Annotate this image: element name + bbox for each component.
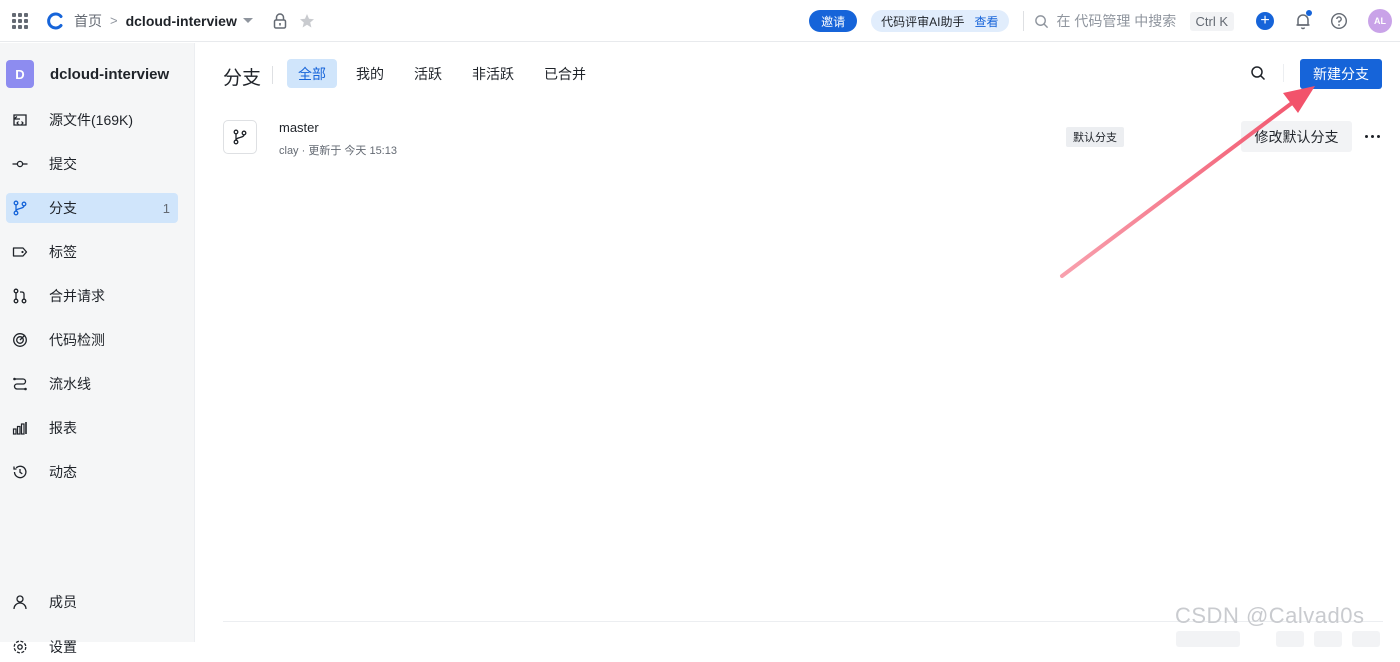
sidebar-item-members[interactable]: 成员 [6,587,179,617]
sidebar-item-label: 合并请求 [49,288,105,304]
user-avatar[interactable]: AL [1368,9,1392,33]
star-icon[interactable] [299,13,315,29]
sidebar-item-tags[interactable]: 标签 [6,237,178,267]
ai-review-view-link[interactable]: 查看 [974,13,998,30]
branch-icon [233,129,247,145]
tag-icon [12,247,28,257]
sidebar-item-label: 成员 [49,594,77,610]
sidebar-repo-name: dcloud-interview [50,65,170,83]
ai-review-banner[interactable]: 代码评审AI助手 查看 [871,10,1009,32]
page-title: 分支 [223,68,262,89]
breadcrumb: 首页 > dcloud-interview [74,11,253,31]
sidebar-item-label: 报表 [49,420,77,436]
sidebar-item-merge-requests[interactable]: 合并请求 [6,281,178,311]
branch-name-link[interactable]: master [279,120,319,135]
sidebar-item-branches[interactable]: 分支 1 [6,193,178,223]
pipeline-icon [13,377,27,391]
pagination-prev[interactable] [1276,631,1304,647]
sidebar-item-reports[interactable]: 报表 [6,413,178,443]
product-logo-icon[interactable] [46,11,66,31]
search-placeholder: 在 代码管理 中搜索 [1056,13,1177,29]
chevron-down-icon[interactable] [242,18,253,23]
code-scan-icon [13,333,27,347]
tab-mine[interactable]: 我的 [345,59,395,88]
tab-all[interactable]: 全部 [287,59,337,88]
search-icon [1034,14,1048,28]
tab-merged[interactable]: 已合并 [533,59,597,88]
change-default-branch-button[interactable]: 修改默认分支 [1241,121,1352,152]
breadcrumb-separator: > [110,13,118,28]
pagination-size-select[interactable] [1176,631,1240,647]
help-icon[interactable] [1330,12,1348,30]
sidebar-repo-header[interactable]: D dcloud-interview [0,43,194,105]
watermark: CSDN @Calvad0s [1175,603,1365,628]
branch-meta: clay · 更新于 今天 15:13 [279,145,397,157]
sidebar-item-label: 提交 [49,156,77,172]
sidebar-item-commits[interactable]: 提交 [6,149,178,179]
sidebar: D dcloud-interview 源文件(169K) 提交 分支 1 标签 … [0,43,195,655]
tab-inactive[interactable]: 非活跃 [461,59,525,88]
user-icon [13,595,27,610]
sidebar-item-label: 代码检测 [49,332,105,348]
breadcrumb-home[interactable]: 首页 [74,11,102,31]
branch-item-icon [223,120,257,154]
breadcrumb-repo[interactable]: dcloud-interview [126,13,237,29]
main-content: 分支 全部 我的 活跃 非活跃 已合并 新建分支 master clay · 更… [196,43,1400,647]
sidebar-item-activity[interactable]: 动态 [6,457,178,487]
branch-filter-tabs: 全部 我的 活跃 非活跃 已合并 [287,59,605,88]
global-search[interactable]: 在 代码管理 中搜索 [1034,11,1184,31]
history-icon [13,465,27,479]
file-code-icon [13,114,27,126]
sidebar-item-label: 分支 [49,200,77,216]
notification-dot [1306,10,1312,16]
top-bar: 首页 > dcloud-interview 邀请 代码评审AI助手 查看 在 代… [0,0,1400,42]
search-icon[interactable] [1250,65,1266,81]
create-plus-button[interactable]: + [1256,12,1274,30]
sidebar-item-label: 设置 [49,639,77,655]
sidebar-item-source-files[interactable]: 源文件(169K) [6,105,178,135]
branch-count: 1 [162,200,170,216]
lock-icon[interactable] [273,12,287,29]
notification-bell-icon[interactable] [1294,10,1312,30]
new-branch-button[interactable]: 新建分支 [1300,59,1382,89]
report-icon [12,422,27,435]
sidebar-item-label: 动态 [49,464,77,480]
sidebar-item-label: 流水线 [49,376,91,392]
repo-avatar: D [6,60,34,88]
default-branch-badge: 默认分支 [1066,127,1124,147]
more-actions-icon[interactable] [1361,125,1383,147]
invite-button[interactable]: 邀请 [809,10,858,32]
tab-active[interactable]: 活跃 [403,59,453,88]
divider [1022,11,1024,31]
search-shortcut: Ctrl K [1189,11,1234,31]
pagination-next[interactable] [1352,631,1380,647]
sidebar-item-pipeline[interactable]: 流水线 [6,369,178,399]
sidebar-item-code-scan[interactable]: 代码检测 [6,325,178,355]
merge-request-icon [13,288,27,304]
top-right-actions: 邀请 代码评审AI助手 查看 在 代码管理 中搜索 Ctrl K + AL [809,0,1400,42]
ai-review-text: 代码评审AI助手 [881,14,965,29]
divider [1283,64,1284,82]
gear-icon [13,640,27,654]
commit-icon [12,160,28,168]
divider [272,66,273,84]
sidebar-item-settings[interactable]: 设置 [6,632,179,662]
sidebar-item-label: 标签 [49,244,77,260]
app-grid-icon[interactable] [12,12,28,29]
branch-icon [13,200,27,216]
list-item: master clay · 更新于 今天 15:13 默认分支 修改默认分支 [223,117,1383,157]
sidebar-item-label: 源文件(169K) [49,112,134,128]
pagination-page[interactable] [1314,631,1342,647]
